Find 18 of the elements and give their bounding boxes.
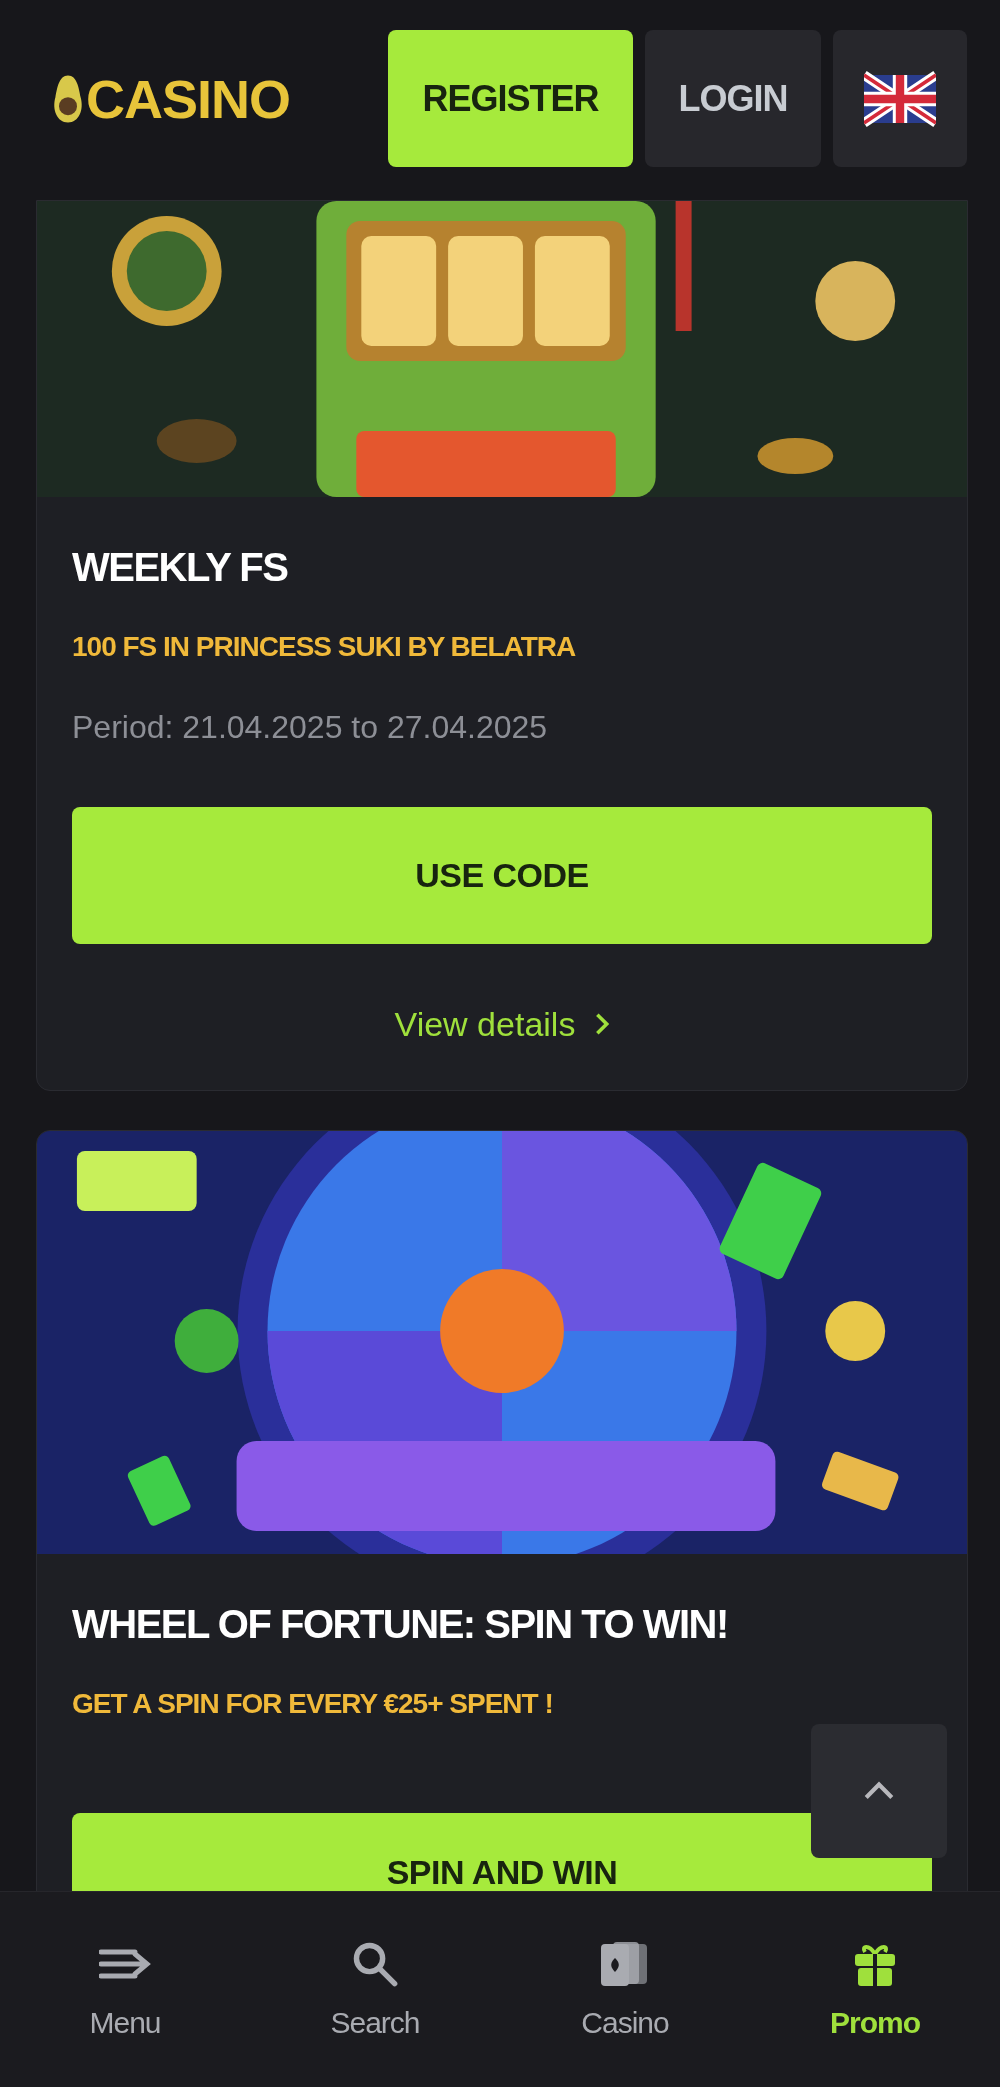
- promo-subtitle: GET A SPIN FOR EVERY €25+ SPENT !: [72, 1687, 554, 1721]
- language-button[interactable]: [833, 30, 967, 167]
- promo-period: Period: 21.04.2025 to 27.04.2025: [72, 708, 549, 747]
- login-button[interactable]: LOGIN: [645, 30, 821, 167]
- view-details-link[interactable]: View details: [394, 1004, 610, 1044]
- chevron-up-icon: [863, 1781, 895, 1801]
- register-button[interactable]: REGISTER: [388, 30, 633, 167]
- nav-item[interactable]: Casino: [500, 1892, 750, 2087]
- nav-item[interactable]: Search: [250, 1892, 500, 2087]
- promo-subtitle: 100 FS IN PRINCESS SUKI BY BELATRA: [72, 630, 577, 664]
- nav-item[interactable]: Menu: [0, 1892, 250, 2087]
- promo-button[interactable]: USE CODE: [72, 807, 932, 944]
- nav-item[interactable]: Promo: [750, 1892, 1000, 2087]
- promo-title: WEEKLY FS: [72, 544, 289, 591]
- promo-button[interactable]: SPIN AND WIN: [72, 1813, 932, 1891]
- logo-text: CASINO: [86, 67, 290, 130]
- promo-title: WHEEL OF FORTUNE: SPIN TO WIN!: [72, 1601, 729, 1648]
- chevron-right-icon: [595, 1012, 610, 1036]
